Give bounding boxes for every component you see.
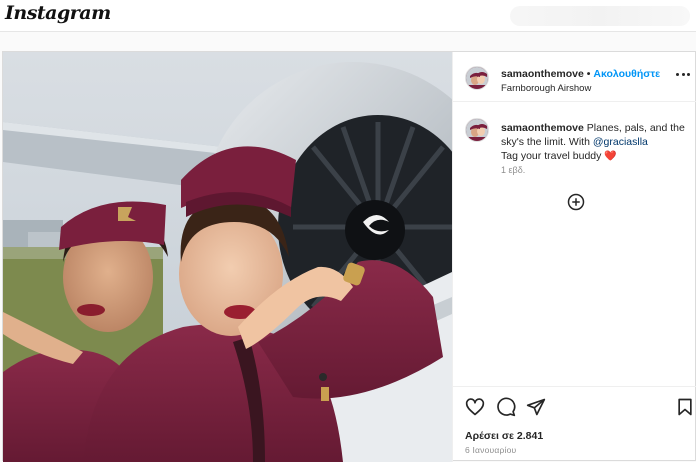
caption-mention[interactable]: @graciaslla: [593, 136, 648, 148]
author-avatar[interactable]: [465, 66, 489, 90]
caption-timestamp[interactable]: 1 εβδ.: [501, 165, 525, 175]
caption-username[interactable]: samaonthemove: [501, 122, 584, 134]
flight-attendants-photo: [3, 52, 452, 462]
post-image[interactable]: [3, 52, 452, 462]
follow-button[interactable]: Ακολουθήστε: [593, 68, 660, 80]
top-navigation-bar: Instagram: [0, 0, 696, 32]
post-header: samaonthemove • Ακολουθήστε Farnborough …: [453, 52, 696, 102]
caption-avatar[interactable]: [465, 118, 489, 142]
instagram-logo[interactable]: Instagram: [5, 2, 111, 24]
send-icon[interactable]: [526, 397, 546, 417]
plus-circle-icon[interactable]: [567, 193, 585, 211]
author-username[interactable]: samaonthemove: [501, 68, 584, 80]
avatar-image: [466, 67, 488, 89]
separator-dot: •: [586, 68, 591, 80]
avatar-image: [466, 119, 488, 141]
post-location[interactable]: Farnborough Airshow: [501, 83, 591, 94]
post-card: samaonthemove • Ακολουθήστε Farnborough …: [2, 51, 696, 462]
likes-count[interactable]: Αρέσει σε 2.841: [465, 430, 543, 442]
post-date[interactable]: 6 Ιανουαρίου: [465, 445, 516, 455]
heart-icon[interactable]: [465, 397, 485, 417]
post-actions: Αρέσει σε 2.841 6 Ιανουαρίου: [453, 386, 696, 462]
post-caption: samaonthemove Planes, pals, and the sky'…: [501, 121, 691, 164]
more-options-icon[interactable]: [676, 71, 690, 77]
post-side-panel: samaonthemove • Ακολουθήστε Farnborough …: [452, 52, 696, 462]
search-bar-placeholder[interactable]: [510, 6, 690, 26]
red-heart-emoji: ❤️: [604, 151, 617, 162]
author-line: samaonthemove • Ακολουθήστε: [501, 68, 660, 80]
caption-text-2: Tag your travel buddy: [501, 150, 602, 162]
comment-icon[interactable]: [496, 397, 516, 417]
bookmark-icon[interactable]: [675, 397, 695, 417]
